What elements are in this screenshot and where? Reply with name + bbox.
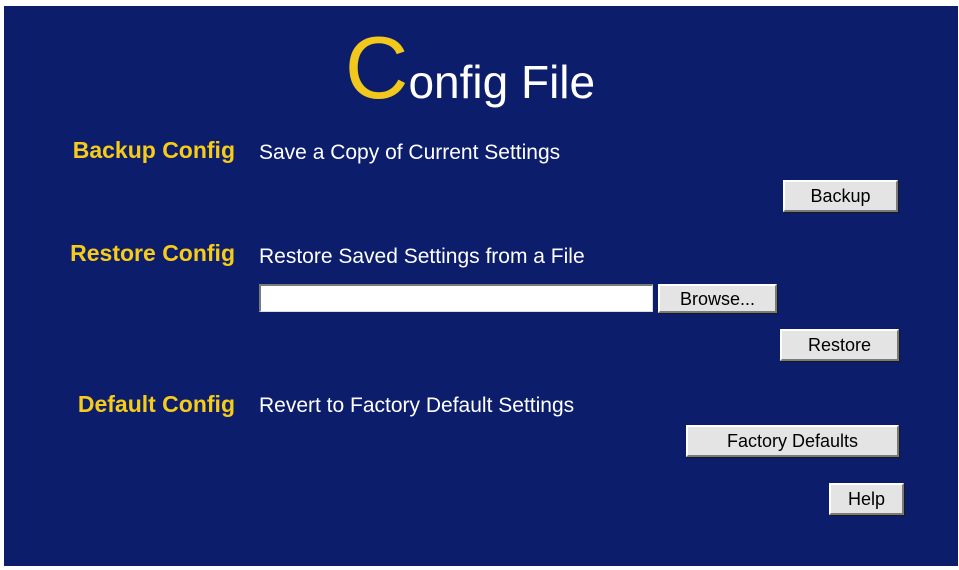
restore-config-description: Restore Saved Settings from a File bbox=[259, 245, 585, 268]
factory-defaults-button[interactable]: Factory Defaults bbox=[686, 425, 899, 457]
page-title-initial: C bbox=[344, 18, 409, 117]
backup-config-description: Save a Copy of Current Settings bbox=[259, 141, 561, 164]
help-button[interactable]: Help bbox=[829, 483, 904, 515]
default-config-description: Revert to Factory Default Settings bbox=[259, 394, 575, 417]
browse-button[interactable]: Browse... bbox=[658, 284, 777, 313]
backup-config-label: Backup Config bbox=[72, 137, 235, 163]
default-config-label: Default Config bbox=[77, 391, 235, 417]
backup-button[interactable]: Backup bbox=[783, 180, 898, 212]
restore-button[interactable]: Restore bbox=[780, 329, 899, 361]
config-file-panel: Config File Backup Config Save a Copy of… bbox=[4, 6, 958, 566]
restore-file-input[interactable] bbox=[259, 284, 653, 312]
restore-config-label: Restore Config bbox=[70, 240, 235, 266]
page-title: Config File bbox=[4, 24, 936, 112]
page-title-rest: onfig File bbox=[408, 56, 596, 108]
